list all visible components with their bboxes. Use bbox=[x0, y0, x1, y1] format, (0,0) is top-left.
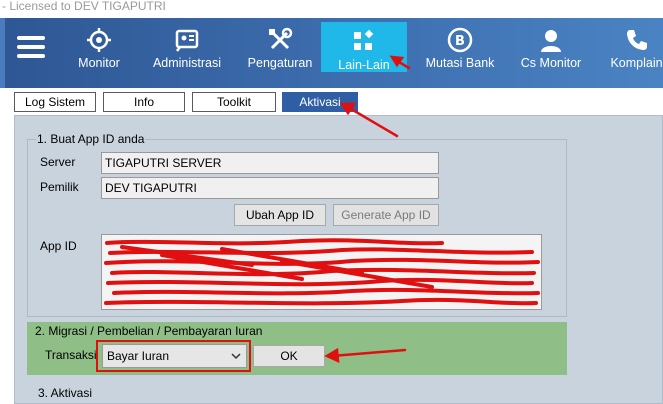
bitcoin-icon: B bbox=[447, 27, 473, 53]
svg-text:B: B bbox=[455, 34, 465, 49]
aktivasi-panel: 1. Buat App ID anda Server TIGAPUTRI SER… bbox=[14, 115, 663, 404]
user-icon bbox=[541, 30, 561, 52]
nav-pengaturan-label: Pengaturan bbox=[247, 56, 313, 70]
section-3-title: 3. Aktivasi bbox=[38, 386, 93, 400]
nav-lain-lain[interactable]: Lain-Lain bbox=[321, 22, 407, 72]
app-id-label: App ID bbox=[40, 239, 77, 253]
nav-administrasi[interactable]: Administrasi bbox=[146, 18, 228, 74]
nav-mutasi-bank[interactable]: B Mutasi Bank bbox=[421, 18, 499, 74]
app-window: - Licensed to DEV TIGAPUTRI Monitor Admi… bbox=[0, 0, 663, 404]
server-field[interactable]: TIGAPUTRI SERVER bbox=[101, 152, 439, 174]
transaksi-label: Transaksi bbox=[45, 348, 97, 362]
nav-administrasi-label: Administrasi bbox=[152, 56, 222, 70]
nav-cs-monitor-label: Cs Monitor bbox=[520, 56, 582, 70]
apps-icon bbox=[354, 29, 374, 50]
nav-komplain[interactable]: Komplain bbox=[605, 18, 663, 74]
pemilik-label: Pemilik bbox=[40, 180, 79, 194]
nav-komplain-label: Komplain bbox=[610, 56, 663, 70]
hamburger-menu-icon[interactable] bbox=[17, 36, 45, 58]
redaction-scribble bbox=[104, 238, 540, 306]
nav-monitor-label: Monitor bbox=[78, 56, 120, 70]
nav-mutasi-bank-label: Mutasi Bank bbox=[425, 56, 495, 70]
nav-pengaturan[interactable]: Pengaturan bbox=[243, 18, 317, 74]
window-title: - Licensed to DEV TIGAPUTRI bbox=[0, 0, 663, 18]
nav-monitor[interactable]: Monitor bbox=[67, 18, 131, 74]
tools-icon bbox=[269, 27, 293, 50]
section-2-title: 2. Migrasi / Pembelian / Pembayaran Iura… bbox=[35, 324, 263, 338]
section-1-title: 1. Buat App ID anda bbox=[36, 132, 146, 146]
tab-info[interactable]: Info bbox=[103, 92, 185, 112]
pemilik-field[interactable]: DEV TIGAPUTRI bbox=[101, 177, 439, 199]
app-id-textarea[interactable] bbox=[101, 234, 542, 310]
crosshair-icon bbox=[87, 28, 111, 52]
server-label: Server bbox=[40, 155, 76, 169]
generate-app-id-button[interactable]: Generate App ID bbox=[333, 204, 439, 226]
tab-toolkit[interactable]: Toolkit bbox=[192, 92, 276, 112]
nav-lain-lain-label: Lain-Lain bbox=[338, 58, 390, 72]
highlight-box bbox=[96, 340, 251, 372]
ok-button[interactable]: OK bbox=[253, 345, 325, 367]
nav-cs-monitor[interactable]: Cs Monitor bbox=[513, 18, 589, 74]
tab-log-sistem[interactable]: Log Sistem bbox=[14, 92, 96, 112]
tab-aktivasi[interactable]: Aktivasi bbox=[282, 92, 358, 112]
main-toolbar: Monitor Administrasi Pengaturan Lain-Lai… bbox=[0, 18, 663, 88]
id-card-icon bbox=[175, 29, 199, 52]
phone-icon bbox=[626, 30, 647, 50]
ubah-app-id-button[interactable]: Ubah App ID bbox=[234, 204, 326, 226]
